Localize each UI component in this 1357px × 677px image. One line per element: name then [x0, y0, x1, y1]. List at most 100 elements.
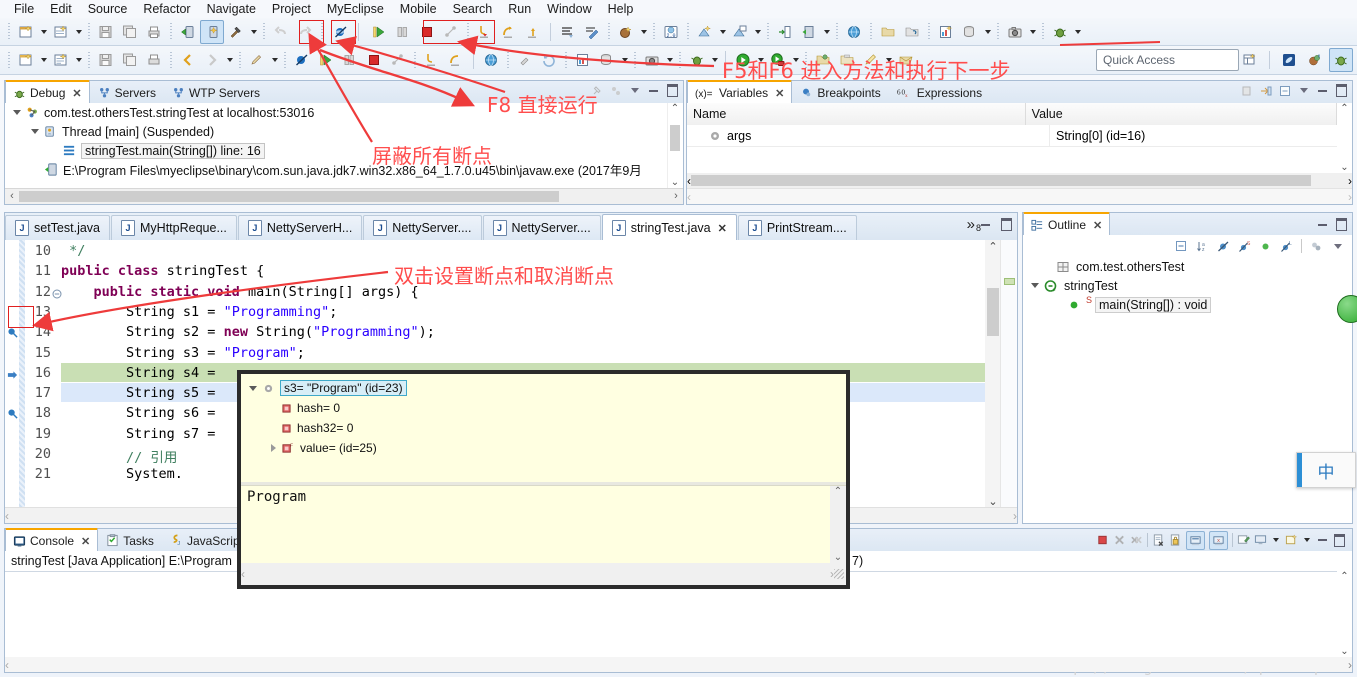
- debug-view-minimize-icon[interactable]: [647, 84, 660, 97]
- scroll-right-arrow[interactable]: ›: [669, 191, 683, 202]
- code-line[interactable]: String s4 =: [61, 365, 224, 381]
- scroll-left-arrow[interactable]: ‹: [5, 191, 19, 202]
- web20-icon[interactable]: 2.0: [659, 20, 683, 44]
- code-line[interactable]: String s5 =: [61, 385, 224, 401]
- myeclipse-perspective-icon[interactable]: [1277, 48, 1301, 72]
- save-icon[interactable]: [94, 20, 118, 44]
- console-maximize-icon[interactable]: [1333, 533, 1346, 547]
- editor-vscrollbar[interactable]: ⌃ ⌄: [985, 240, 1001, 508]
- terminate-icon[interactable]: [415, 20, 439, 44]
- coffee-dropdown-icon[interactable]: [638, 21, 649, 43]
- ime-indicator[interactable]: 中: [1296, 452, 1356, 488]
- step-into-icon[interactable]: [473, 20, 497, 44]
- editor-minimize-icon[interactable]: [979, 218, 992, 231]
- database-dropdown-icon[interactable]: [982, 21, 993, 43]
- console-tab-tasks[interactable]: Tasks: [98, 529, 162, 551]
- camera-icon[interactable]: [640, 48, 664, 72]
- console-tab-console[interactable]: Console ✕: [5, 528, 99, 552]
- editor-tab-printstream-[interactable]: J PrintStream....: [737, 215, 857, 240]
- chevron-down-icon[interactable]: [31, 129, 39, 134]
- debug-hscrollbar[interactable]: ‹ ›: [5, 188, 683, 204]
- db-query-icon[interactable]: [595, 48, 619, 72]
- db-query-dropdown-icon[interactable]: [619, 49, 630, 71]
- step-into2-icon[interactable]: [420, 48, 444, 72]
- snapshot-dropdown-icon[interactable]: [1027, 21, 1038, 43]
- menu-item-myeclipse[interactable]: MyEclipse: [319, 1, 392, 17]
- new-wizard2-dropdown-icon[interactable]: [38, 49, 49, 71]
- scroll-right-arrow[interactable]: ›: [1348, 174, 1352, 188]
- build-dropdown-icon[interactable]: [248, 21, 259, 43]
- print-icon[interactable]: [142, 20, 166, 44]
- variables-maximize-icon[interactable]: [1335, 84, 1348, 97]
- open-type-icon[interactable]: [728, 20, 752, 44]
- hide-static-icon[interactable]: S: [1238, 240, 1251, 253]
- console-vscrollbar[interactable]: ⌃ ⌄: [1337, 571, 1352, 657]
- editor-tab-nettyserverh-[interactable]: J NettyServerH...: [237, 215, 363, 240]
- new-wizard2-icon[interactable]: [14, 48, 38, 72]
- popup-detail-pane[interactable]: Program ⌃ ⌄: [241, 485, 846, 563]
- back-icon[interactable]: [176, 48, 200, 72]
- variables-rows[interactable]: args String[0] (id=16): [687, 125, 1337, 173]
- variables-collapse-icon[interactable]: [1278, 84, 1291, 97]
- close-icon[interactable]: ✕: [81, 535, 90, 548]
- editor-tab-nettyserver-[interactable]: J NettyServer....: [363, 215, 482, 240]
- debug-vscrollbar[interactable]: ⌃ ⌄: [667, 103, 682, 188]
- popup-detail-vscrollbar[interactable]: ⌃ ⌄: [830, 486, 846, 563]
- skip-all-breakpoints-icon[interactable]: [329, 20, 353, 44]
- edit-pencil-icon[interactable]: [245, 48, 269, 72]
- debug-view-maximize-icon[interactable]: [666, 84, 679, 97]
- database-icon[interactable]: [958, 20, 982, 44]
- hide-nonpublic-icon[interactable]: [1259, 240, 1272, 253]
- debug-tree-row[interactable]: E:\Program Files\myeclipse\binary\com.su…: [5, 160, 683, 179]
- refresh-icon[interactable]: [537, 48, 561, 72]
- wizard-icon[interactable]: [693, 20, 717, 44]
- pin-console-icon[interactable]: [1186, 530, 1205, 550]
- scroll-left-arrow[interactable]: ‹: [5, 658, 9, 672]
- edit-dropdown-icon[interactable]: [269, 49, 280, 71]
- debug-tree-row[interactable]: stringTest.main(String[]) line: 16: [5, 141, 683, 160]
- run-server-icon[interactable]: [200, 19, 224, 44]
- hide-fields-icon[interactable]: [1217, 240, 1230, 253]
- coffee-icon[interactable]: [614, 20, 638, 44]
- save-all-icon[interactable]: [118, 20, 142, 44]
- editor-maximize-icon[interactable]: [1000, 218, 1013, 231]
- forward-icon[interactable]: [200, 48, 224, 72]
- undo-icon[interactable]: [269, 20, 293, 44]
- menu-item-run[interactable]: Run: [500, 1, 539, 17]
- variables-row[interactable]: args String[0] (id=16): [687, 125, 1337, 147]
- step-over-icon[interactable]: [497, 20, 521, 44]
- collapse-all-icon[interactable]: [1175, 240, 1188, 253]
- menu-item-refactor[interactable]: Refactor: [135, 1, 198, 17]
- save-all2-icon[interactable]: [118, 48, 142, 72]
- new-file-dropdown-icon[interactable]: [73, 49, 84, 71]
- chevron-down-icon[interactable]: [13, 110, 21, 115]
- variables-detail-hscrollbar[interactable]: ‹ ›: [687, 188, 1352, 204]
- menu-item-navigate[interactable]: Navigate: [199, 1, 264, 17]
- outline-tab-outline[interactable]: Outline ✕: [1023, 212, 1111, 236]
- outline-tree-row[interactable]: com.test.othersTest: [1023, 257, 1352, 276]
- code-line[interactable]: String s6 =: [61, 405, 224, 421]
- menu-item-edit[interactable]: Edit: [42, 1, 80, 17]
- chevron-down-icon[interactable]: [1031, 283, 1039, 288]
- code-line[interactable]: String s1 = "Programming";: [61, 304, 337, 320]
- terminate2-icon[interactable]: [362, 48, 386, 72]
- debug-tree-row[interactable]: Thread [main] (Suspended): [5, 122, 683, 141]
- scroll-left-arrow[interactable]: ‹: [5, 509, 9, 523]
- browser-icon[interactable]: [842, 20, 866, 44]
- sort-icon[interactable]: az: [1196, 240, 1209, 253]
- debug-bug-icon[interactable]: [1048, 20, 1072, 44]
- popup-tree-row[interactable]: s3= "Program" (id=23): [241, 378, 846, 398]
- step-return-icon[interactable]: [521, 20, 545, 44]
- open-folder-icon[interactable]: [876, 20, 900, 44]
- variables-column-header[interactable]: Name: [687, 103, 1026, 125]
- variables-view-menu-icon[interactable]: [1297, 84, 1310, 97]
- debug-perspective-icon[interactable]: [1329, 48, 1353, 72]
- next-annotation-icon[interactable]: [556, 20, 580, 44]
- console-display-icon[interactable]: [1254, 534, 1267, 547]
- outline-tree-row[interactable]: stringTest: [1023, 276, 1352, 295]
- camera-dropdown-icon[interactable]: [664, 49, 675, 71]
- new-console-icon[interactable]: [1285, 534, 1298, 547]
- step-over2-icon[interactable]: [444, 48, 468, 72]
- variables-vscrollbar[interactable]: ⌃ ⌄: [1337, 103, 1352, 173]
- variables-column-header[interactable]: Value: [1026, 103, 1337, 125]
